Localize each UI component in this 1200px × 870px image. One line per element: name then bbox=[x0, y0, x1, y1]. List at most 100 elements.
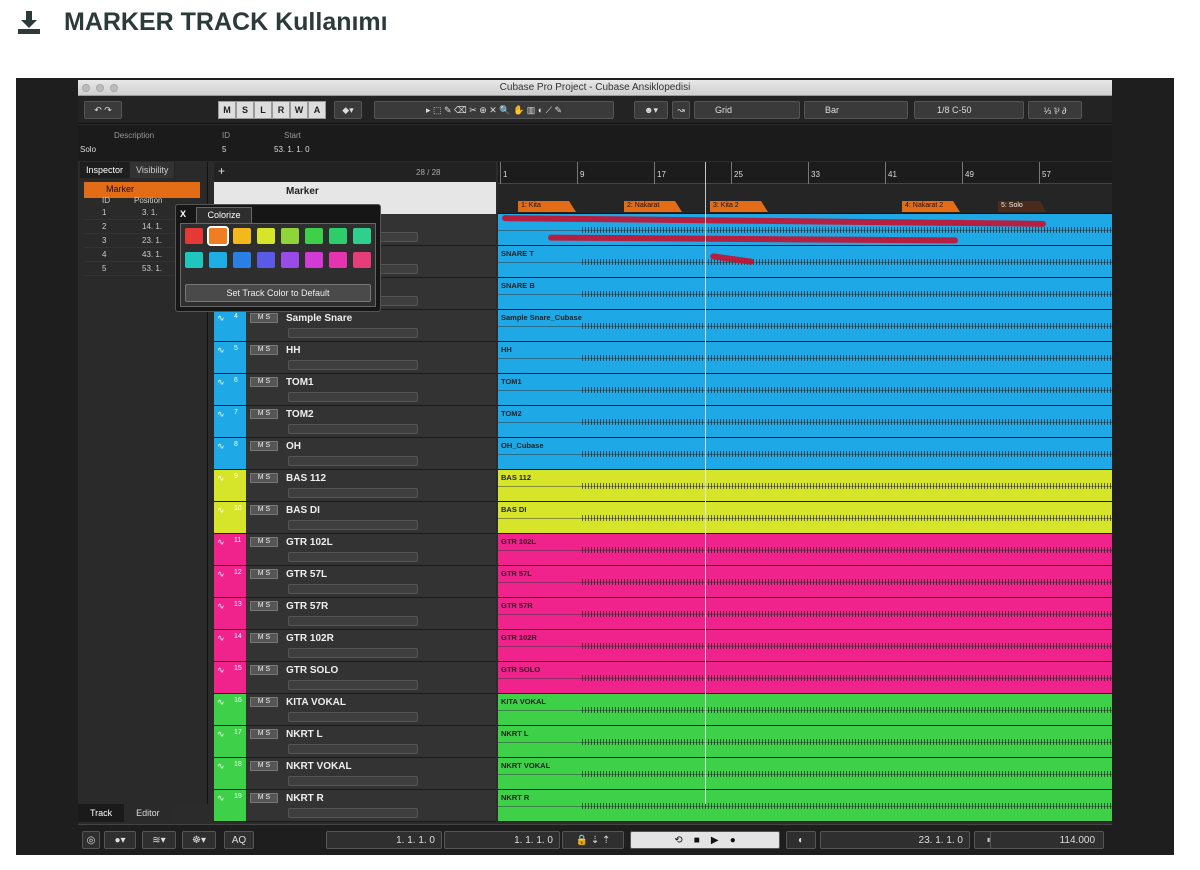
left-locator-field[interactable]: 1. 1. 1. 0 bbox=[326, 831, 442, 849]
event-lane[interactable]: NKRT VOKAL bbox=[498, 758, 1112, 790]
set-track-color-default-button[interactable]: Set Track Color to Default bbox=[185, 284, 371, 302]
undo-redo-icon[interactable]: ↶ ↷ bbox=[84, 101, 122, 119]
event-lane[interactable]: GTR 102L bbox=[498, 534, 1112, 566]
track-name[interactable]: Sample Snare bbox=[286, 313, 352, 324]
color-swatch[interactable] bbox=[207, 226, 229, 246]
color-swatch[interactable] bbox=[233, 228, 251, 244]
mute-solo-buttons[interactable]: M S bbox=[250, 601, 278, 611]
track-row[interactable]: ∿ 16 M S KITA VOKAL bbox=[214, 694, 496, 726]
mute-solo-buttons[interactable]: M S bbox=[250, 697, 278, 707]
color-swatch[interactable] bbox=[185, 228, 203, 244]
track-row[interactable]: ∿ 17 M S NKRT L bbox=[214, 726, 496, 758]
marker-flag[interactable]: 3: Kita 2 bbox=[710, 201, 768, 212]
track-controls[interactable] bbox=[288, 776, 418, 786]
event-lane[interactable]: BAS 112 bbox=[498, 470, 1112, 502]
event-lane[interactable]: BAS DI bbox=[498, 502, 1112, 534]
track-name[interactable]: GTR SOLO bbox=[286, 665, 338, 676]
id-column-header[interactable]: ID bbox=[102, 196, 110, 205]
track-name[interactable]: GTR 57R bbox=[286, 601, 328, 612]
start-value[interactable]: 53. 1. 1. 0 bbox=[274, 145, 310, 154]
event-lane[interactable]: TOM1 bbox=[498, 374, 1112, 406]
color-swatch[interactable] bbox=[281, 228, 299, 244]
project-cursor[interactable] bbox=[705, 162, 706, 804]
color-swatch[interactable] bbox=[305, 228, 323, 244]
event-lane[interactable]: KITA VOKAL bbox=[498, 694, 1112, 726]
tab-colorize[interactable]: Colorize bbox=[196, 207, 252, 223]
track-controls[interactable] bbox=[288, 744, 418, 754]
mute-solo-buttons[interactable]: M S bbox=[250, 537, 278, 547]
track-name[interactable]: NKRT R bbox=[286, 793, 324, 804]
add-track-icon[interactable]: + bbox=[218, 164, 225, 178]
color-swatch[interactable] bbox=[353, 228, 371, 244]
color-swatch[interactable] bbox=[329, 228, 347, 244]
mute-solo-buttons[interactable]: M S bbox=[250, 665, 278, 675]
auto-quantize-button[interactable]: AQ bbox=[224, 831, 254, 849]
mute-solo-buttons[interactable]: M S bbox=[250, 633, 278, 643]
lock-icon[interactable]: 🔒 ⇣ ⇡ bbox=[562, 831, 624, 849]
track-name[interactable]: GTR 57L bbox=[286, 569, 327, 580]
tool-buttons[interactable]: ▸ ⬚ ✎ ⌫ ✂ ⊕ ✕ 🔍 ✋ ▥ ◐ ⟋ ✎ bbox=[374, 101, 614, 119]
event-lane[interactable]: GTR 102R bbox=[498, 630, 1112, 662]
track-controls[interactable] bbox=[288, 616, 418, 626]
mute-solo-buttons[interactable]: M S bbox=[250, 729, 278, 739]
color-swatch[interactable] bbox=[257, 252, 275, 268]
snap-toggle-icon[interactable]: ↝ bbox=[672, 101, 690, 119]
event-lane[interactable]: NKRT L bbox=[498, 726, 1112, 758]
punch-mode-icon[interactable]: ☸▾ bbox=[182, 831, 216, 849]
track-row[interactable]: ∿ 6 M S TOM1 bbox=[214, 374, 496, 406]
snap-mode-dropdown[interactable]: Grid bbox=[694, 101, 800, 119]
color-swatch[interactable] bbox=[281, 252, 299, 268]
color-swatch[interactable] bbox=[209, 252, 227, 268]
track-name[interactable]: BAS DI bbox=[286, 505, 320, 516]
track-name[interactable]: GTR 102L bbox=[286, 537, 333, 548]
mode-button[interactable]: A bbox=[308, 101, 326, 119]
event-lane[interactable]: GTR 57R bbox=[498, 598, 1112, 630]
download-icon[interactable] bbox=[16, 9, 42, 35]
tab-track[interactable]: Track bbox=[78, 804, 125, 822]
quantize-preset-dropdown[interactable]: 1/8 C-50 bbox=[914, 101, 1024, 119]
track-row[interactable]: ∿ 7 M S TOM2 bbox=[214, 406, 496, 438]
event-lane[interactable]: GTR SOLO bbox=[498, 662, 1112, 694]
event-lane[interactable]: GTR 57L bbox=[498, 566, 1112, 598]
mute-solo-buttons[interactable]: M S bbox=[250, 345, 278, 355]
track-controls[interactable] bbox=[288, 360, 418, 370]
tab-visibility[interactable]: Visibility bbox=[130, 162, 176, 178]
position-field[interactable]: 23. 1. 1. 0 bbox=[820, 831, 970, 849]
mute-solo-buttons[interactable]: M S bbox=[250, 441, 278, 451]
marker-flag[interactable]: 5: Solo bbox=[998, 201, 1046, 212]
right-locator-field[interactable]: 1. 1. 1. 0 bbox=[444, 831, 560, 849]
track-name[interactable]: TOM2 bbox=[286, 409, 314, 420]
track-name[interactable]: HH bbox=[286, 345, 300, 356]
tab-editor[interactable]: Editor bbox=[124, 804, 172, 822]
track-controls[interactable] bbox=[288, 808, 418, 818]
mute-solo-buttons[interactable]: M S bbox=[250, 505, 278, 515]
color-swatch[interactable] bbox=[329, 252, 347, 268]
mute-solo-buttons[interactable]: M S bbox=[250, 569, 278, 579]
event-lane[interactable]: SNARE T bbox=[498, 246, 1112, 278]
track-row[interactable]: ∿ 14 M S GTR 102R bbox=[214, 630, 496, 662]
solo-defeat-icon[interactable]: ◆▾ bbox=[334, 101, 362, 119]
track-name[interactable]: KITA VOKAL bbox=[286, 697, 346, 708]
mode-button[interactable]: M bbox=[218, 101, 236, 119]
quantize-buttons[interactable]: ⅓ ⅌ ∂ bbox=[1028, 101, 1082, 119]
track-row[interactable]: ∿ 10 M S BAS DI bbox=[214, 502, 496, 534]
track-row[interactable]: ∿ 9 M S BAS 112 bbox=[214, 470, 496, 502]
track-row[interactable]: ∿ 15 M S GTR SOLO bbox=[214, 662, 496, 694]
track-controls[interactable] bbox=[288, 392, 418, 402]
event-lane[interactable]: OH_Cubase bbox=[498, 438, 1112, 470]
track-row[interactable]: ∿ 11 M S GTR 102L bbox=[214, 534, 496, 566]
mode-button[interactable]: S bbox=[236, 101, 254, 119]
play-order-icon[interactable]: ☻▾ bbox=[634, 101, 668, 119]
timeline-ruler[interactable]: 1 9 17 25 33 41 49 57 bbox=[498, 162, 1112, 184]
track-row[interactable]: ∿ 4 M S Sample Snare bbox=[214, 310, 496, 342]
grid-type-dropdown[interactable]: Bar bbox=[804, 101, 908, 119]
track-row[interactable]: ∿ 5 M S HH bbox=[214, 342, 496, 374]
color-swatch[interactable] bbox=[353, 252, 371, 268]
track-name[interactable]: NKRT L bbox=[286, 729, 323, 740]
position-column-header[interactable]: Position bbox=[134, 196, 162, 205]
track-controls[interactable] bbox=[288, 648, 418, 658]
track-controls[interactable] bbox=[288, 456, 418, 466]
track-name[interactable]: OH bbox=[286, 441, 301, 452]
audio-mode-icon[interactable]: ≋▾ bbox=[142, 831, 176, 849]
track-row[interactable]: ∿ 13 M S GTR 57R bbox=[214, 598, 496, 630]
